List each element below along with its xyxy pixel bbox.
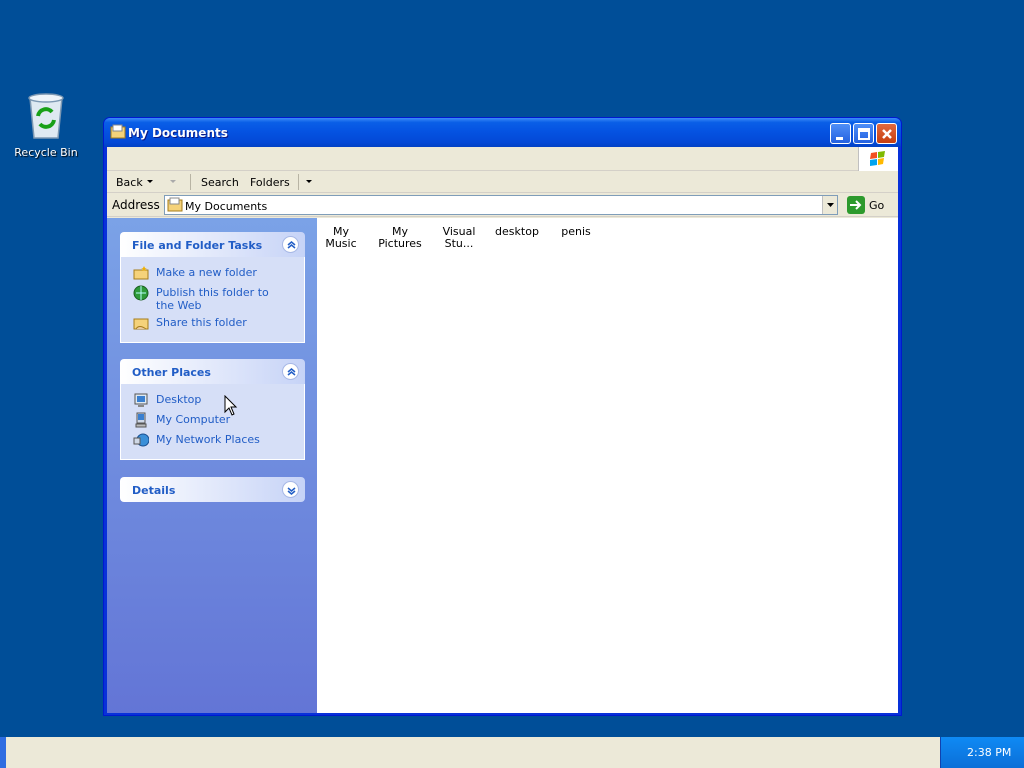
windows-logo-icon [858,147,898,171]
task-label: Share this folder [156,316,247,329]
folder-icon [167,197,183,213]
globe-icon [133,285,149,301]
toolbar-divider [190,174,191,190]
file-tasks-title: File and Folder Tasks [132,239,263,252]
clock[interactable]: 2:38 PM [967,746,1011,759]
maximize-button[interactable] [853,123,874,144]
task-label: Make a new folder [156,266,257,279]
address-dropdown-icon[interactable] [822,196,837,214]
place-label: Desktop [156,393,202,406]
recycle-bin-icon [22,92,70,142]
menu-bar [107,147,898,171]
window-client: Back Search Folders Address My Documents… [107,147,898,713]
address-value: My Documents [185,200,268,213]
other-places-body: Desktop My Computer My Network Places [120,384,305,460]
address-input[interactable]: My Documents [164,195,838,215]
file-tasks-body: Make a new folder Publish this folder to… [120,257,305,343]
details-panel: Details [120,477,305,502]
forward-dropdown-icon[interactable] [170,176,177,189]
back-button[interactable]: Back [116,176,143,189]
network-places-icon [133,432,150,448]
file-view[interactable]: My Music My Pictures Visual Stu... deskt… [317,218,898,713]
file-tasks-header[interactable]: File and Folder Tasks [120,232,305,257]
search-button[interactable]: Search [201,176,239,189]
recycle-bin-desktop-icon[interactable]: Recycle Bin [10,92,82,159]
go-button[interactable]: Go [847,196,893,214]
share-folder-icon [133,315,149,331]
back-dropdown-icon[interactable] [147,176,154,189]
file-label-line2: Stu... [444,237,474,250]
minimize-button[interactable] [830,123,851,144]
title-bar[interactable]: My Documents [104,118,901,147]
file-label: My Pictures [378,225,422,250]
other-places-title: Other Places [132,366,211,379]
address-label: Address [112,198,160,212]
expand-chevron-icon[interactable] [282,481,299,498]
go-label: Go [869,199,885,212]
taskbar: 2:38 PM [0,737,1024,768]
collapse-chevron-icon[interactable] [282,236,299,253]
views-dropdown-icon[interactable] [306,176,313,189]
close-button[interactable] [876,123,897,144]
desktop-icon [133,392,149,408]
task-label: Publish this folder to the Web [156,286,269,312]
task-pane: File and Folder Tasks Make a new folder [107,218,317,713]
toolbar-divider [298,174,299,190]
file-item-penis[interactable]: penis [561,226,591,238]
place-label: My Computer [156,413,231,426]
my-computer-icon [133,412,149,428]
address-bar: Address My Documents Go [107,194,898,217]
file-item-my-music[interactable]: My Music [318,226,364,250]
file-item-my-pictures[interactable]: My Pictures [370,226,430,250]
new-folder-icon [133,265,149,281]
file-item-visual-studio[interactable]: Visual Stu... [439,226,479,250]
window-title: My Documents [128,126,228,140]
place-label: My Network Places [156,433,260,446]
recycle-bin-label: Recycle Bin [14,146,78,159]
file-label: penis [561,225,591,238]
details-header[interactable]: Details [120,477,305,502]
other-places-header[interactable]: Other Places [120,359,305,384]
file-item-desktop[interactable]: desktop [495,226,539,238]
start-button[interactable] [0,737,6,768]
file-label: desktop [495,225,539,238]
details-title: Details [132,484,176,497]
system-tray: 2:38 PM [940,737,1024,768]
go-arrow-icon [847,196,865,214]
file-label: My Music [325,225,357,250]
explorer-window: My Documents Back Search Folders Address… [103,117,902,716]
toolbar: Back Search Folders [107,171,898,193]
folder-icon [110,124,126,140]
file-and-folder-tasks-panel: File and Folder Tasks Make a new folder [120,232,305,343]
collapse-chevron-icon[interactable] [282,363,299,380]
other-places-panel: Other Places Desktop My Computer My Netw… [120,359,305,460]
folders-button[interactable]: Folders [250,176,290,189]
mouse-cursor-icon [224,394,238,420]
